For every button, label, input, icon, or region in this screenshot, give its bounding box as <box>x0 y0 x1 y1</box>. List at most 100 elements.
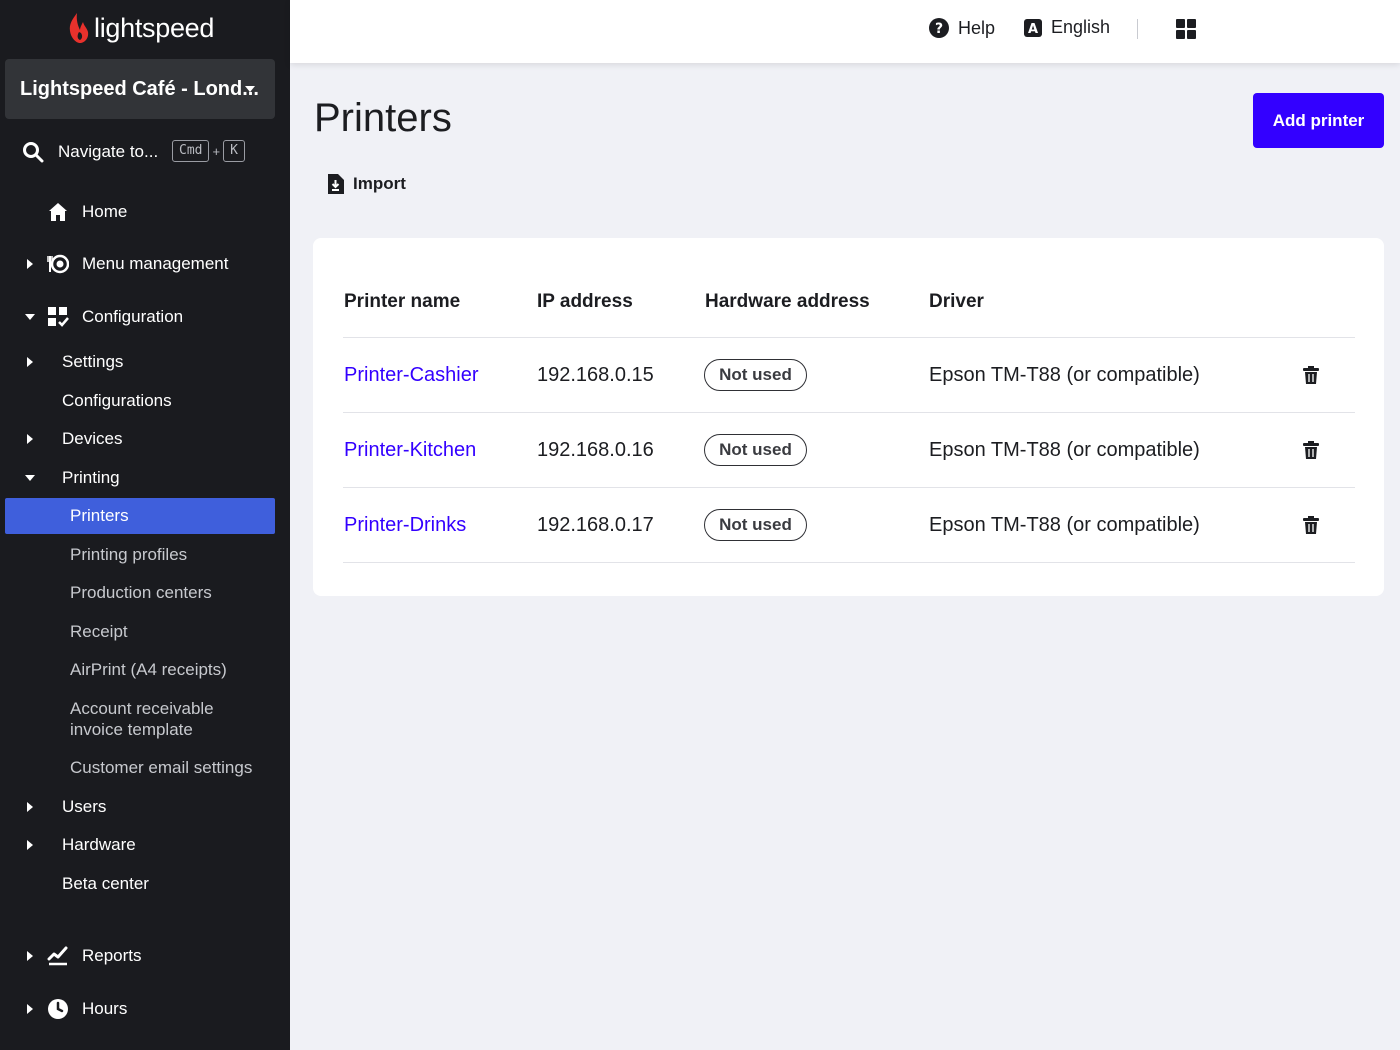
configuration-icon <box>47 306 69 328</box>
status-badge: Not used <box>704 359 807 391</box>
store-name: Lightspeed Café - Lond... <box>20 77 259 100</box>
nav-label-devices: Devices <box>62 429 123 448</box>
caret-right-icon <box>27 434 33 444</box>
keyboard-shortcut: Cmd + K <box>172 140 245 162</box>
trash-icon[interactable] <box>1303 441 1319 459</box>
nav-item-reports[interactable]: Reports <box>0 942 290 970</box>
nav-item-production-centers[interactable]: Production centers <box>0 580 290 606</box>
driver: Epson TM-T88 (or compatible) <box>929 439 1200 461</box>
printer-name-link[interactable]: Printer-Kitchen <box>344 439 476 462</box>
ip-address: 192.168.0.16 <box>537 439 654 461</box>
nav-item-printing-profiles[interactable]: Printing profiles <box>0 542 290 568</box>
nav-item-receipt[interactable]: Receipt <box>0 619 290 645</box>
nav-label-airprint: AirPrint (A4 receipts) <box>70 660 227 679</box>
status-badge: Not used <box>704 509 807 541</box>
reports-icon <box>47 945 69 967</box>
caret-right-icon <box>27 802 33 812</box>
apps-grid-button[interactable] <box>1175 18 1197 40</box>
nav-label-printing: Printing <box>62 468 120 487</box>
caret-right-icon <box>27 951 33 961</box>
nav-item-account-receivable[interactable]: Account receivable invoice template <box>0 696 290 742</box>
nav-label-account-receivable-line1: Account receivable <box>70 699 214 718</box>
store-selector[interactable]: Lightspeed Café - Lond... <box>5 59 275 119</box>
nav-label-reports: Reports <box>82 946 142 965</box>
driver: Epson TM-T88 (or compatible) <box>929 514 1200 536</box>
svg-text:?: ? <box>935 21 943 37</box>
row-divider <box>343 412 1355 413</box>
nav-label-configuration: Configuration <box>82 307 184 326</box>
nav-label-account-receivable-line2: invoice template <box>70 720 193 739</box>
nav-label-users: Users <box>62 797 107 816</box>
nav-label-hardware: Hardware <box>62 835 136 854</box>
nav-label-receipt: Receipt <box>70 622 128 641</box>
page-title: Printers <box>314 96 452 140</box>
svg-text:A: A <box>1028 22 1038 37</box>
nav-item-airprint[interactable]: AirPrint (A4 receipts) <box>0 657 290 683</box>
trash-icon[interactable] <box>1303 516 1319 534</box>
divider <box>1137 19 1138 39</box>
column-header-printer-name: Printer name <box>344 291 461 312</box>
language-icon: A <box>1024 18 1042 37</box>
top-bar: ? Help A English <box>290 0 1400 63</box>
nav-label-menu-management: Menu management <box>82 254 229 273</box>
row-divider <box>343 337 1355 338</box>
import-label: Import <box>353 174 406 193</box>
search-icon <box>23 142 44 163</box>
nav-item-beta-center[interactable]: Beta center <box>0 871 290 897</box>
nav-label-settings: Settings <box>62 352 124 371</box>
kbd-plus: + <box>212 143 221 159</box>
printers-table: Printer name IP address Hardware address… <box>313 238 1384 596</box>
nav-item-customer-email[interactable]: Customer email settings <box>0 755 290 781</box>
row-divider <box>343 487 1355 488</box>
nav-item-home[interactable]: Home <box>0 198 290 226</box>
nav-label-configurations: Configurations <box>62 391 172 410</box>
column-header-driver: Driver <box>929 291 984 312</box>
nav-label-production-centers: Production centers <box>70 583 212 602</box>
printer-name-link[interactable]: Printer-Cashier <box>344 364 478 387</box>
nav-label-home: Home <box>82 202 128 221</box>
nav-item-settings[interactable]: Settings <box>0 349 290 375</box>
kbd-cmd: Cmd <box>172 140 210 162</box>
caret-right-icon <box>27 357 33 367</box>
nav-item-printers[interactable]: Printers <box>0 503 290 529</box>
nav-label-printers: Printers <box>70 506 129 525</box>
nav-item-configuration[interactable]: Configuration <box>0 303 290 331</box>
nav-item-hours[interactable]: Hours <box>0 995 290 1023</box>
chevron-down-icon <box>245 86 255 92</box>
add-printer-button[interactable]: Add printer <box>1253 93 1384 148</box>
status-badge: Not used <box>704 434 807 466</box>
kbd-k: K <box>223 140 245 162</box>
import-icon <box>328 174 344 194</box>
driver: Epson TM-T88 (or compatible) <box>929 364 1200 386</box>
trash-icon[interactable] <box>1303 366 1319 384</box>
nav-item-devices[interactable]: Devices <box>0 426 290 452</box>
apps-grid-icon <box>1176 19 1196 39</box>
printer-name-link[interactable]: Printer-Drinks <box>344 514 466 537</box>
navigate-search[interactable]: Navigate to... Cmd + K <box>22 136 272 168</box>
nav-item-users[interactable]: Users <box>0 794 290 820</box>
language-selector[interactable]: A English <box>1023 17 1110 38</box>
caret-right-icon <box>27 840 33 850</box>
lightspeed-logo[interactable]: lightspeed <box>68 10 214 46</box>
help-icon: ? <box>929 18 949 38</box>
navigate-label: Navigate to... <box>58 142 159 161</box>
caret-down-icon <box>25 475 35 481</box>
help-button[interactable]: ? Help <box>928 17 995 39</box>
row-divider <box>343 562 1355 563</box>
caret-down-icon <box>25 314 35 320</box>
column-header-hardware-address: Hardware address <box>705 291 870 312</box>
nav-item-configurations[interactable]: Configurations <box>0 388 290 414</box>
ip-address: 192.168.0.15 <box>537 364 654 386</box>
ip-address: 192.168.0.17 <box>537 514 654 536</box>
nav-item-printing[interactable]: Printing <box>0 465 290 491</box>
language-label: English <box>1051 17 1111 37</box>
clock-icon <box>47 998 69 1020</box>
caret-right-icon <box>27 259 33 269</box>
import-button[interactable]: Import <box>326 173 406 195</box>
nav-label-hours: Hours <box>82 999 128 1018</box>
nav-label-beta-center: Beta center <box>62 874 149 893</box>
nav-item-menu-management[interactable]: Menu management <box>0 250 290 278</box>
flame-icon <box>69 13 89 43</box>
nav-item-hardware[interactable]: Hardware <box>0 832 290 858</box>
caret-right-icon <box>27 1004 33 1014</box>
